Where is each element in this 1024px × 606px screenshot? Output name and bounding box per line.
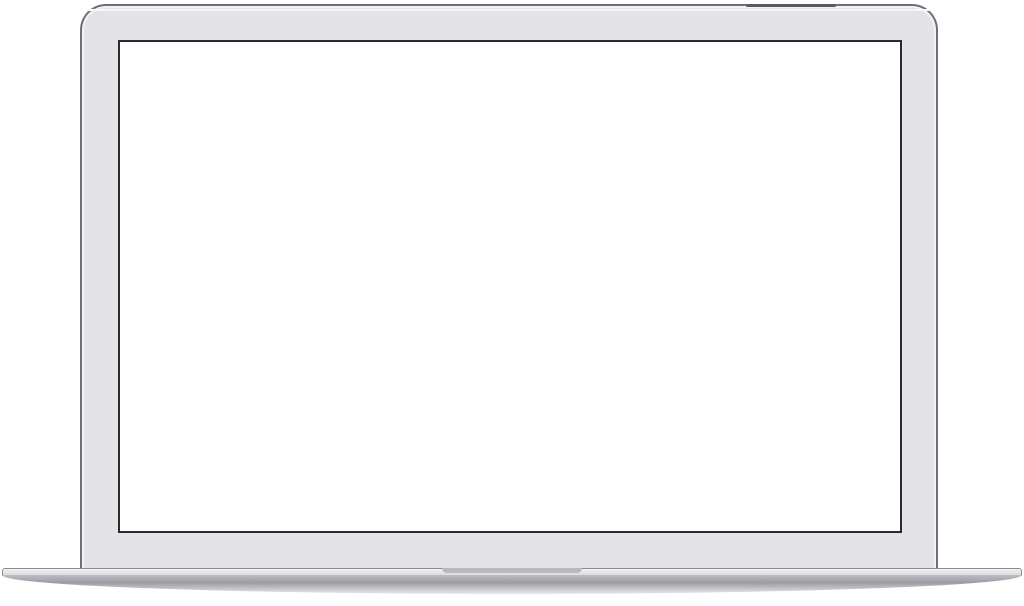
base-opening-notch — [442, 568, 582, 573]
lid-highlight — [86, 9, 932, 11]
laptop-screen — [118, 40, 902, 533]
base-bottom-shadow — [2, 575, 1022, 594]
laptop-mockup — [0, 0, 1024, 606]
lid-top-accent — [746, 4, 836, 7]
laptop-base — [2, 568, 1022, 594]
